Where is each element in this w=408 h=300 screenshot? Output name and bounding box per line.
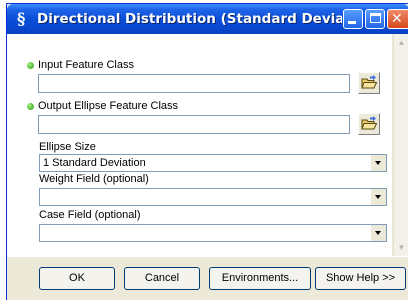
case-field-dropdown-button[interactable] <box>370 225 386 241</box>
chevron-down-icon <box>375 161 381 165</box>
close-button[interactable]: ✕ <box>387 9 408 29</box>
input-feature-class-label: Input Feature Class <box>38 59 134 71</box>
browse-input-button[interactable] <box>358 72 380 94</box>
title-bar[interactable]: § Directional Distribution (Standard Dev… <box>7 4 408 34</box>
minimize-icon <box>348 21 356 24</box>
ok-button[interactable]: OK <box>39 267 115 290</box>
show-help-button[interactable]: Show Help >> <box>315 267 406 290</box>
weight-field-dropdown-button[interactable] <box>370 189 386 205</box>
vertical-scrollbar[interactable]: ▲ ▼ <box>393 34 408 256</box>
script-s-icon: § <box>17 9 26 28</box>
open-folder-icon <box>361 116 378 130</box>
scroll-down-icon[interactable]: ▼ <box>396 241 407 254</box>
cancel-button[interactable]: Cancel <box>124 267 200 290</box>
case-field-label: Case Field (optional) <box>39 209 141 221</box>
tool-dialog-window: § Directional Distribution (Standard Dev… <box>6 3 408 300</box>
maximize-button[interactable] <box>365 9 385 29</box>
browse-output-button[interactable] <box>358 113 380 135</box>
ellipse-size-dropdown-button[interactable] <box>370 155 386 171</box>
input-feature-class-field[interactable] <box>38 74 350 93</box>
output-ellipse-feature-class-field[interactable] <box>38 115 350 134</box>
open-folder-icon <box>361 75 378 89</box>
maximize-icon <box>370 13 381 23</box>
ellipse-size-select[interactable]: 1 Standard Deviation <box>39 154 387 172</box>
weight-field-select[interactable] <box>39 188 387 206</box>
parameters-panel: Input Feature Class Output Ellipse Featu… <box>7 34 392 256</box>
output-ellipse-feature-class-label: Output Ellipse Feature Class <box>38 100 179 112</box>
close-icon: ✕ <box>391 11 403 27</box>
chevron-down-icon <box>375 231 381 235</box>
ellipse-size-value: 1 Standard Deviation <box>43 157 146 169</box>
required-dot-icon <box>27 62 34 69</box>
environments-button[interactable]: Environments... <box>209 267 311 290</box>
minimize-button[interactable] <box>343 9 363 29</box>
weight-field-label: Weight Field (optional) <box>39 173 149 185</box>
button-bar: OK Cancel Environments... Show Help >> <box>7 256 408 300</box>
case-field-select[interactable] <box>39 224 387 242</box>
required-dot-icon <box>27 103 34 110</box>
ellipse-size-label: Ellipse Size <box>39 141 96 153</box>
chevron-down-icon <box>375 195 381 199</box>
scroll-up-icon[interactable]: ▲ <box>396 36 407 49</box>
window-title: Directional Distribution (Standard Devia… <box>37 11 342 27</box>
